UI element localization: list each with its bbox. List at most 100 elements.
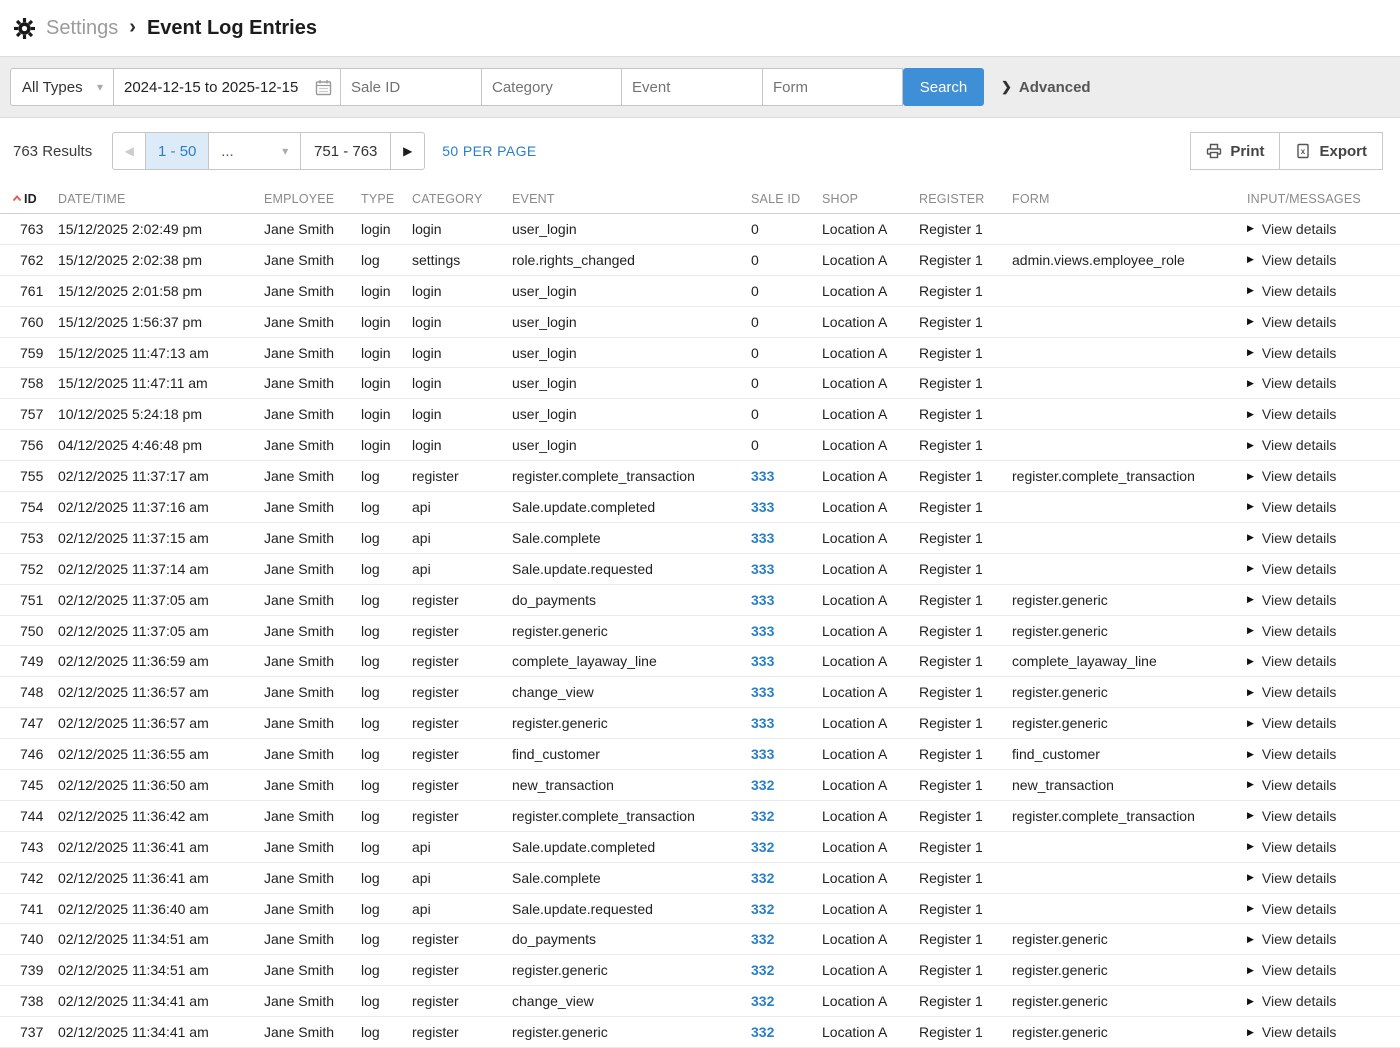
print-button[interactable]: Print xyxy=(1190,132,1280,170)
next-page-button[interactable]: ▶ xyxy=(391,133,424,169)
cell-shop: Location A xyxy=(808,375,905,391)
cell-register: Register 1 xyxy=(905,499,998,515)
play-icon: ▶ xyxy=(1247,564,1254,573)
sale-id-link[interactable]: 332 xyxy=(737,870,808,886)
view-details-button[interactable]: ▶ View details xyxy=(1233,561,1400,577)
cell-register: Register 1 xyxy=(905,777,998,793)
sale-id-link[interactable]: 333 xyxy=(737,592,808,608)
column-header-input-messages[interactable]: INPUT/MESSAGES xyxy=(1233,192,1400,206)
cell-datetime: 02/12/2025 11:36:41 am xyxy=(44,870,250,886)
view-details-button[interactable]: ▶ View details xyxy=(1233,437,1400,453)
view-details-button[interactable]: ▶ View details xyxy=(1233,993,1400,1009)
cell-event: change_view xyxy=(498,993,737,1009)
cell-id: 755 xyxy=(0,468,44,484)
form-input[interactable] xyxy=(762,68,903,106)
cell-employee: Jane Smith xyxy=(250,406,347,422)
sale-id-link[interactable]: 332 xyxy=(737,901,808,917)
sale-id-link[interactable]: 333 xyxy=(737,653,808,669)
sale-id-link[interactable]: 333 xyxy=(737,746,808,762)
cell-category: login xyxy=(398,375,498,391)
date-range-field[interactable] xyxy=(113,68,341,106)
svg-text:x: x xyxy=(1301,147,1306,156)
gear-icon xyxy=(14,18,35,39)
view-details-button[interactable]: ▶ View details xyxy=(1233,468,1400,484)
view-details-button[interactable]: ▶ View details xyxy=(1233,901,1400,917)
view-details-button[interactable]: ▶ View details xyxy=(1233,283,1400,299)
column-header-id[interactable]: ID xyxy=(0,192,44,206)
cell-type: log xyxy=(347,684,398,700)
column-header-event[interactable]: EVENT xyxy=(498,192,737,206)
cell-type: log xyxy=(347,931,398,947)
view-details-button[interactable]: ▶ View details xyxy=(1233,592,1400,608)
cell-register: Register 1 xyxy=(905,931,998,947)
column-header-sale-id[interactable]: SALE ID xyxy=(737,192,808,206)
sale-id-link[interactable]: 332 xyxy=(737,962,808,978)
view-details-button[interactable]: ▶ View details xyxy=(1233,931,1400,947)
view-details-button[interactable]: ▶ View details xyxy=(1233,839,1400,855)
sale-id-link[interactable]: 332 xyxy=(737,839,808,855)
view-details-button[interactable]: ▶ View details xyxy=(1233,345,1400,361)
sale-id-link[interactable]: 333 xyxy=(737,530,808,546)
column-header-category[interactable]: CATEGORY xyxy=(398,192,498,206)
column-header-form[interactable]: FORM xyxy=(998,192,1233,206)
sale-id-link[interactable]: 332 xyxy=(737,1024,808,1040)
view-details-button[interactable]: ▶ View details xyxy=(1233,499,1400,515)
cell-datetime: 02/12/2025 11:37:05 am xyxy=(44,592,250,608)
view-details-button[interactable]: ▶ View details xyxy=(1233,623,1400,639)
cell-form: register.generic xyxy=(998,592,1233,608)
sale-id-link[interactable]: 333 xyxy=(737,623,808,639)
view-details-button[interactable]: ▶ View details xyxy=(1233,962,1400,978)
prev-page-button[interactable]: ◀ xyxy=(113,133,146,169)
page-select-dropdown[interactable]: ... ▾ xyxy=(209,133,301,169)
event-input[interactable] xyxy=(621,68,763,106)
sale-id-link[interactable]: 332 xyxy=(737,777,808,793)
column-header-datetime[interactable]: DATE/TIME xyxy=(44,192,250,206)
view-details-button[interactable]: ▶ View details xyxy=(1233,653,1400,669)
column-header-register[interactable]: REGISTER xyxy=(905,192,998,206)
advanced-toggle[interactable]: ❯ Advanced xyxy=(1001,79,1091,96)
sale-id-link[interactable]: 333 xyxy=(737,561,808,577)
sale-id-link[interactable]: 333 xyxy=(737,684,808,700)
view-details-label: View details xyxy=(1262,777,1336,793)
per-page-link[interactable]: 50 PER PAGE xyxy=(442,143,536,159)
search-button[interactable]: Search xyxy=(903,68,984,106)
sale-id-link[interactable]: 333 xyxy=(737,499,808,515)
view-details-button[interactable]: ▶ View details xyxy=(1233,777,1400,793)
column-header-type[interactable]: TYPE xyxy=(347,192,398,206)
view-details-button[interactable]: ▶ View details xyxy=(1233,252,1400,268)
view-details-button[interactable]: ▶ View details xyxy=(1233,1024,1400,1040)
view-details-button[interactable]: ▶ View details xyxy=(1233,870,1400,886)
table-row: 745 02/12/2025 11:36:50 am Jane Smith lo… xyxy=(0,770,1400,801)
column-header-shop[interactable]: SHOP xyxy=(808,192,905,206)
view-details-button[interactable]: ▶ View details xyxy=(1233,684,1400,700)
type-filter-dropdown[interactable]: All Types ▾ xyxy=(10,68,114,106)
sale-id-link[interactable]: 332 xyxy=(737,931,808,947)
view-details-button[interactable]: ▶ View details xyxy=(1233,746,1400,762)
sale-id-input[interactable] xyxy=(340,68,482,106)
date-range-input[interactable] xyxy=(114,69,340,105)
breadcrumb-settings-link[interactable]: Settings xyxy=(46,17,118,40)
cell-form: register.generic xyxy=(998,684,1233,700)
view-details-button[interactable]: ▶ View details xyxy=(1233,530,1400,546)
view-details-button[interactable]: ▶ View details xyxy=(1233,715,1400,731)
column-header-employee[interactable]: EMPLOYEE xyxy=(250,192,347,206)
cell-category: register xyxy=(398,1024,498,1040)
view-details-button[interactable]: ▶ View details xyxy=(1233,406,1400,422)
cell-shop: Location A xyxy=(808,777,905,793)
print-label: Print xyxy=(1230,143,1264,160)
sale-id-link[interactable]: 332 xyxy=(737,993,808,1009)
sale-id-link[interactable]: 332 xyxy=(737,808,808,824)
export-button[interactable]: x Export xyxy=(1279,132,1383,170)
view-details-button[interactable]: ▶ View details xyxy=(1233,808,1400,824)
view-details-button[interactable]: ▶ View details xyxy=(1233,375,1400,391)
view-details-button[interactable]: ▶ View details xyxy=(1233,314,1400,330)
view-details-button[interactable]: ▶ View details xyxy=(1233,221,1400,237)
category-input[interactable] xyxy=(481,68,622,106)
page-range-last[interactable]: 751 - 763 xyxy=(301,133,391,169)
cell-id: 759 xyxy=(0,345,44,361)
page-range-current[interactable]: 1 - 50 xyxy=(146,133,209,169)
cell-employee: Jane Smith xyxy=(250,561,347,577)
sale-id-link[interactable]: 333 xyxy=(737,715,808,731)
cell-register: Register 1 xyxy=(905,808,998,824)
sale-id-link[interactable]: 333 xyxy=(737,468,808,484)
